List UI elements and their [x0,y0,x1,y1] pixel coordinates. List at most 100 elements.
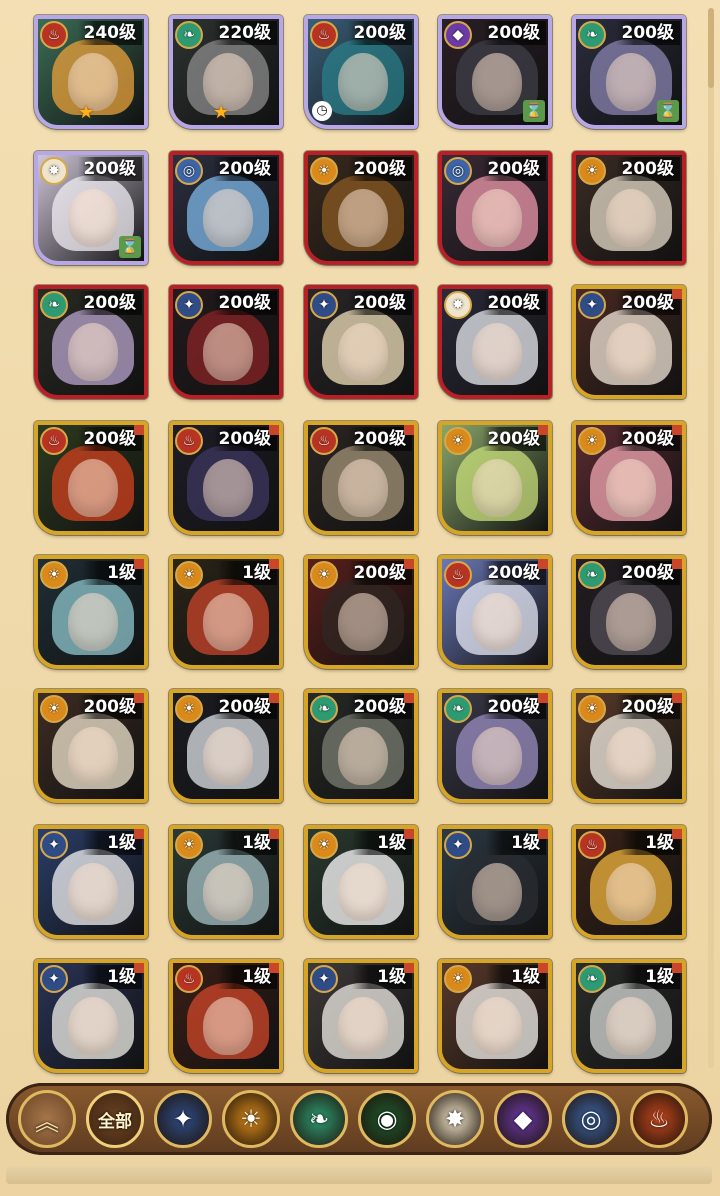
scrollbar-thumb[interactable] [708,8,714,88]
hero-face [338,593,388,651]
lightbearer-faction-icon: ✦ [310,291,338,319]
mauler-faction-icon: ☀ [40,561,68,589]
hero-card[interactable]: ❧ 1级 [572,959,686,1073]
hero-card[interactable]: ❧ 200级 [572,555,686,669]
hero-card[interactable]: ☀ 200级 [169,689,283,803]
hero-card[interactable]: ♨ 240级 ★ [34,15,148,129]
celestial-faction-icon: ✸ [444,291,472,319]
clock-icon: ◷ [312,101,332,121]
hero-level: 200级 [615,291,680,315]
hero-card[interactable]: ❧ 200级 ⌛ [572,15,686,129]
hero-card[interactable]: ☀ 1级 [169,825,283,939]
hero-face [472,997,522,1055]
celestial-faction-icon: ✸ [40,157,68,185]
bottom-strip [6,1166,712,1184]
hero-card[interactable]: ✦ 1级 [34,959,148,1073]
filter-celestial-button[interactable]: ✸ [426,1090,484,1148]
hero-card[interactable]: ♨ 200级 [438,555,552,669]
hero-card[interactable]: ❧ 200级 [304,689,418,803]
hero-card[interactable]: ✦ 200级 [304,285,418,399]
dimensional-faction-icon: ◎ [444,157,472,185]
corner-flag-icon [538,425,548,435]
hero-face [606,727,656,785]
hero-card[interactable]: ☀ 200级 [304,555,418,669]
hero-card[interactable]: ◎ 200级 [438,151,552,265]
leaf-icon: ❧ [308,1105,330,1133]
hourglass-icon: ⌛ [119,236,141,258]
hero-card[interactable]: ♨ 200级 [304,421,418,535]
corner-flag-icon [538,963,548,973]
hero-face [338,323,388,381]
hero-face [606,863,656,921]
hero-card[interactable]: ◎ 200级 [169,151,283,265]
corner-flag-icon [269,559,279,569]
hero-level: 200级 [77,695,142,719]
hero-card[interactable]: ☀ 200级 [438,421,552,535]
filter-mauler-button[interactable]: ☀ [222,1090,280,1148]
hero-card[interactable]: ♨ 1级 [169,959,283,1073]
hero-level: 1级 [352,831,412,855]
lightbearer-faction-icon: ✦ [444,831,472,859]
hero-card[interactable]: ☀ 1级 [438,959,552,1073]
hero-card[interactable]: ☀ 1级 [169,555,283,669]
hero-card[interactable]: ❧ 200级 [34,285,148,399]
filter-fire-button[interactable]: ♨ [630,1090,688,1148]
filter-wilder-button[interactable]: ❧ [290,1090,348,1148]
corner-flag-icon [672,693,682,703]
mauler-faction-icon: ☀ [175,831,203,859]
chevrons-up-icon: ︽ [35,1107,59,1136]
corner-flag-icon [404,693,414,703]
filter-collapse-button[interactable]: ︽ [18,1090,76,1148]
filter-lightbearer-button[interactable]: ✦ [154,1090,212,1148]
hero-card[interactable]: ♨ 200级 ◷ [304,15,418,129]
hero-card[interactable]: ✸ 200级 [438,285,552,399]
hero-card[interactable]: ♨ 200级 [34,421,148,535]
hero-level: 1级 [486,831,546,855]
hero-card[interactable]: ☀ 1级 [34,555,148,669]
hero-level: 200级 [481,157,546,181]
hero-card[interactable]: ☀ 200级 [572,151,686,265]
scrollbar[interactable] [708,8,714,1068]
hero-level: 200级 [615,695,680,719]
wilder-faction-icon: ❧ [444,695,472,723]
hero-card[interactable]: ✦ 1级 [438,825,552,939]
filter-graveborn-button[interactable]: ◉ [358,1090,416,1148]
faction-filter-bar: ︽ 全部 ✦ ☀ ❧ ◉ ✸ ◆ ◎ ♨ [6,1083,712,1155]
hero-card[interactable]: ✦ 200级 [169,285,283,399]
hero-card[interactable]: ♨ 200级 [169,421,283,535]
corner-flag-icon [672,963,682,973]
corner-flag-icon [134,829,144,839]
hero-level: 1级 [217,965,277,989]
hero-card[interactable]: ❧ 200级 [438,689,552,803]
hero-level: 200级 [481,427,546,451]
hero-card[interactable]: ♨ 1级 [572,825,686,939]
hero-card[interactable]: ☀ 200级 [572,689,686,803]
hero-level: 1级 [486,965,546,989]
hero-card[interactable]: ☀ 200级 [572,421,686,535]
corner-flag-icon [134,425,144,435]
hero-card[interactable]: ✦ 1级 [34,825,148,939]
eight-point-star-icon: ✸ [444,1105,466,1133]
graveborn-faction-icon: ♨ [40,21,68,49]
corner-flag-icon [672,289,682,299]
hero-card[interactable]: ☀ 200级 [304,151,418,265]
hero-level: 1级 [82,561,142,585]
hero-card[interactable]: ◆ 200级 ⌛ [438,15,552,129]
mauler-faction-icon: ☀ [40,695,68,723]
mauler-faction-icon: ☀ [578,427,606,455]
filter-all-button[interactable]: 全部 [86,1090,144,1148]
hero-card[interactable]: ☀ 1级 [304,825,418,939]
hero-level: 220级 [212,21,277,45]
hero-face [472,323,522,381]
hero-face [472,189,522,247]
hero-card[interactable]: ✦ 1级 [304,959,418,1073]
mauler-faction-icon: ☀ [175,695,203,723]
graveborn-faction-icon: ♨ [310,21,338,49]
hero-card[interactable]: ✦ 200级 [572,285,686,399]
filter-dimensional-button[interactable]: ◎ [562,1090,620,1148]
corner-flag-icon [538,693,548,703]
filter-hypogean-button[interactable]: ◆ [494,1090,552,1148]
hero-card[interactable]: ☀ 200级 [34,689,148,803]
hero-card[interactable]: ❧ 220级 ★ [169,15,283,129]
hero-card[interactable]: ✸ 200级 ⌛ [34,151,148,265]
